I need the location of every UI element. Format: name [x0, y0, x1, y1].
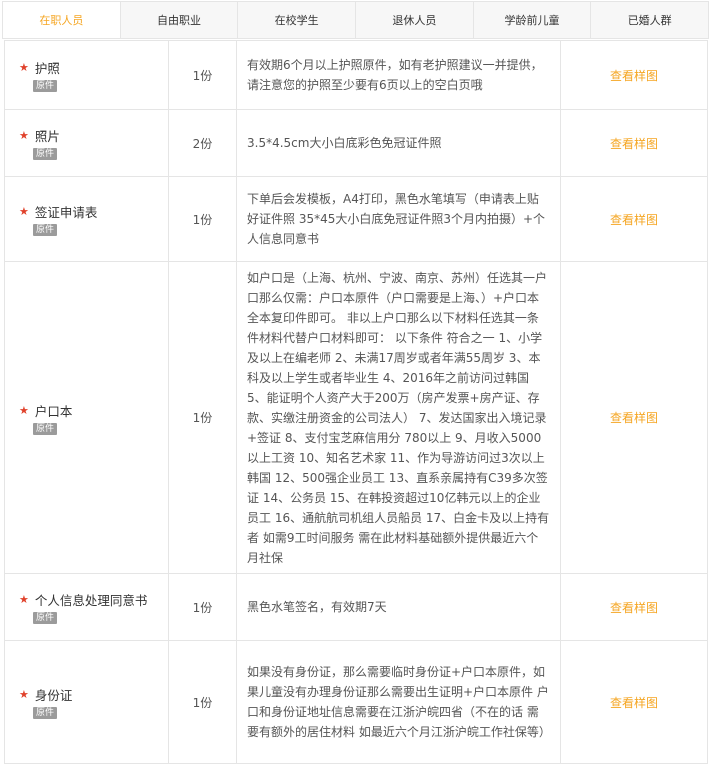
view-sample-link[interactable]: 查看样图 — [610, 213, 658, 227]
material-name-cell: ★ 护照 原件 — [4, 40, 169, 110]
material-description: 3.5*4.5cm大小白底彩色免冠证件照 — [236, 109, 561, 177]
material-name: 护照 — [34, 61, 60, 76]
tab-student[interactable]: 在校学生 — [238, 2, 357, 38]
table-row: ★ 签证申请表 原件 1份 下单后会发模板，A4打印，黑色水笔填写（申请表上贴好… — [4, 176, 708, 262]
original-badge: 原件 — [33, 707, 58, 719]
required-star-icon: ★ — [19, 403, 29, 417]
material-name-cell: ★ 个人信息处理同意书 原件 — [4, 573, 169, 641]
materials-table: ★ 护照 原件 1份 有效期6个月以上护照原件，如有老护照建议一并提供，请注意您… — [4, 40, 708, 764]
quantity: 2份 — [168, 109, 237, 177]
material-description: 有效期6个月以上护照原件，如有老护照建议一并提供，请注意您的护照至少要有6页以上… — [236, 40, 561, 110]
table-row: ★ 护照 原件 1份 有效期6个月以上护照原件，如有老护照建议一并提供，请注意您… — [4, 40, 708, 110]
view-sample-link[interactable]: 查看样图 — [610, 69, 658, 83]
material-name-cell: ★ 签证申请表 原件 — [4, 176, 169, 262]
material-description: 如户口是（上海、杭州、宁波、南京、苏州）任选其一户口那么仅需：户口本原件（户口需… — [236, 261, 561, 574]
required-star-icon: ★ — [19, 61, 29, 74]
material-name: 签证申请表 — [34, 205, 98, 220]
material-name: 户口本 — [34, 403, 73, 419]
material-title: ★ 身份证 — [19, 685, 168, 704]
table-row: ★ 照片 原件 2份 3.5*4.5cm大小白底彩色免冠证件照 查看样图 — [4, 109, 708, 177]
quantity: 1份 — [168, 640, 237, 764]
action-cell: 查看样图 — [560, 40, 708, 110]
quantity: 1份 — [168, 261, 237, 574]
material-name: 个人信息处理同意书 — [34, 593, 148, 608]
original-badge: 原件 — [33, 148, 58, 160]
quantity: 1份 — [168, 573, 237, 641]
material-title: ★ 签证申请表 — [19, 202, 168, 221]
quantity: 1份 — [168, 40, 237, 110]
view-sample-link[interactable]: 查看样图 — [610, 137, 658, 151]
original-badge: 原件 — [33, 80, 58, 92]
material-name-cell: ★ 身份证 原件 — [4, 640, 169, 764]
original-badge: 原件 — [33, 224, 58, 236]
view-sample-link[interactable]: 查看样图 — [610, 411, 658, 425]
action-cell: 查看样图 — [560, 573, 708, 641]
material-name: 照片 — [34, 129, 60, 144]
tab-married[interactable]: 已婚人群 — [591, 2, 708, 38]
material-description: 下单后会发模板，A4打印，黑色水笔填写（申请表上贴好证件照 35*45大小白底免… — [236, 176, 561, 262]
view-sample-link[interactable]: 查看样图 — [610, 696, 658, 710]
tab-freelancer[interactable]: 自由职业 — [121, 2, 239, 38]
tab-retired[interactable]: 退休人员 — [356, 2, 474, 38]
material-name: 身份证 — [34, 688, 73, 703]
action-cell: 查看样图 — [560, 109, 708, 177]
materials-panel: 在职人员 自由职业 在校学生 退休人员 学龄前儿童 已婚人群 ★ 护照 原件 1… — [0, 1, 711, 767]
material-name-cell: ★ 户口本 原件 — [4, 261, 169, 574]
applicant-type-tabs: 在职人员 自由职业 在校学生 退休人员 学龄前儿童 已婚人群 — [2, 1, 709, 39]
required-star-icon: ★ — [19, 688, 29, 701]
material-title: ★ 户口本 — [19, 401, 168, 420]
required-star-icon: ★ — [19, 205, 29, 218]
action-cell: 查看样图 — [560, 176, 708, 262]
table-row: ★ 个人信息处理同意书 原件 1份 黑色水笔签名，有效期7天 查看样图 — [4, 573, 708, 641]
table-row: ★ 户口本 原件 1份 如户口是（上海、杭州、宁波、南京、苏州）任选其一户口那么… — [4, 261, 708, 574]
original-badge: 原件 — [33, 612, 58, 624]
tab-preschool-child[interactable]: 学龄前儿童 — [474, 2, 592, 38]
action-cell: 查看样图 — [560, 261, 708, 574]
original-badge: 原件 — [33, 422, 58, 435]
material-title: ★ 个人信息处理同意书 — [19, 590, 168, 609]
action-cell: 查看样图 — [560, 640, 708, 764]
tab-employed[interactable]: 在职人员 — [3, 2, 121, 38]
material-description: 黑色水笔签名，有效期7天 — [236, 573, 561, 641]
material-description: 如果没有身份证，那么需要临时身份证+户口本原件，如果儿童没有办理身份证那么需要出… — [236, 640, 561, 764]
required-star-icon: ★ — [19, 593, 29, 606]
material-title: ★ 护照 — [19, 58, 168, 77]
required-star-icon: ★ — [19, 129, 29, 142]
table-row: ★ 身份证 原件 1份 如果没有身份证，那么需要临时身份证+户口本原件，如果儿童… — [4, 640, 708, 764]
material-title: ★ 照片 — [19, 126, 168, 145]
quantity: 1份 — [168, 176, 237, 262]
material-name-cell: ★ 照片 原件 — [4, 109, 169, 177]
view-sample-link[interactable]: 查看样图 — [610, 601, 658, 615]
